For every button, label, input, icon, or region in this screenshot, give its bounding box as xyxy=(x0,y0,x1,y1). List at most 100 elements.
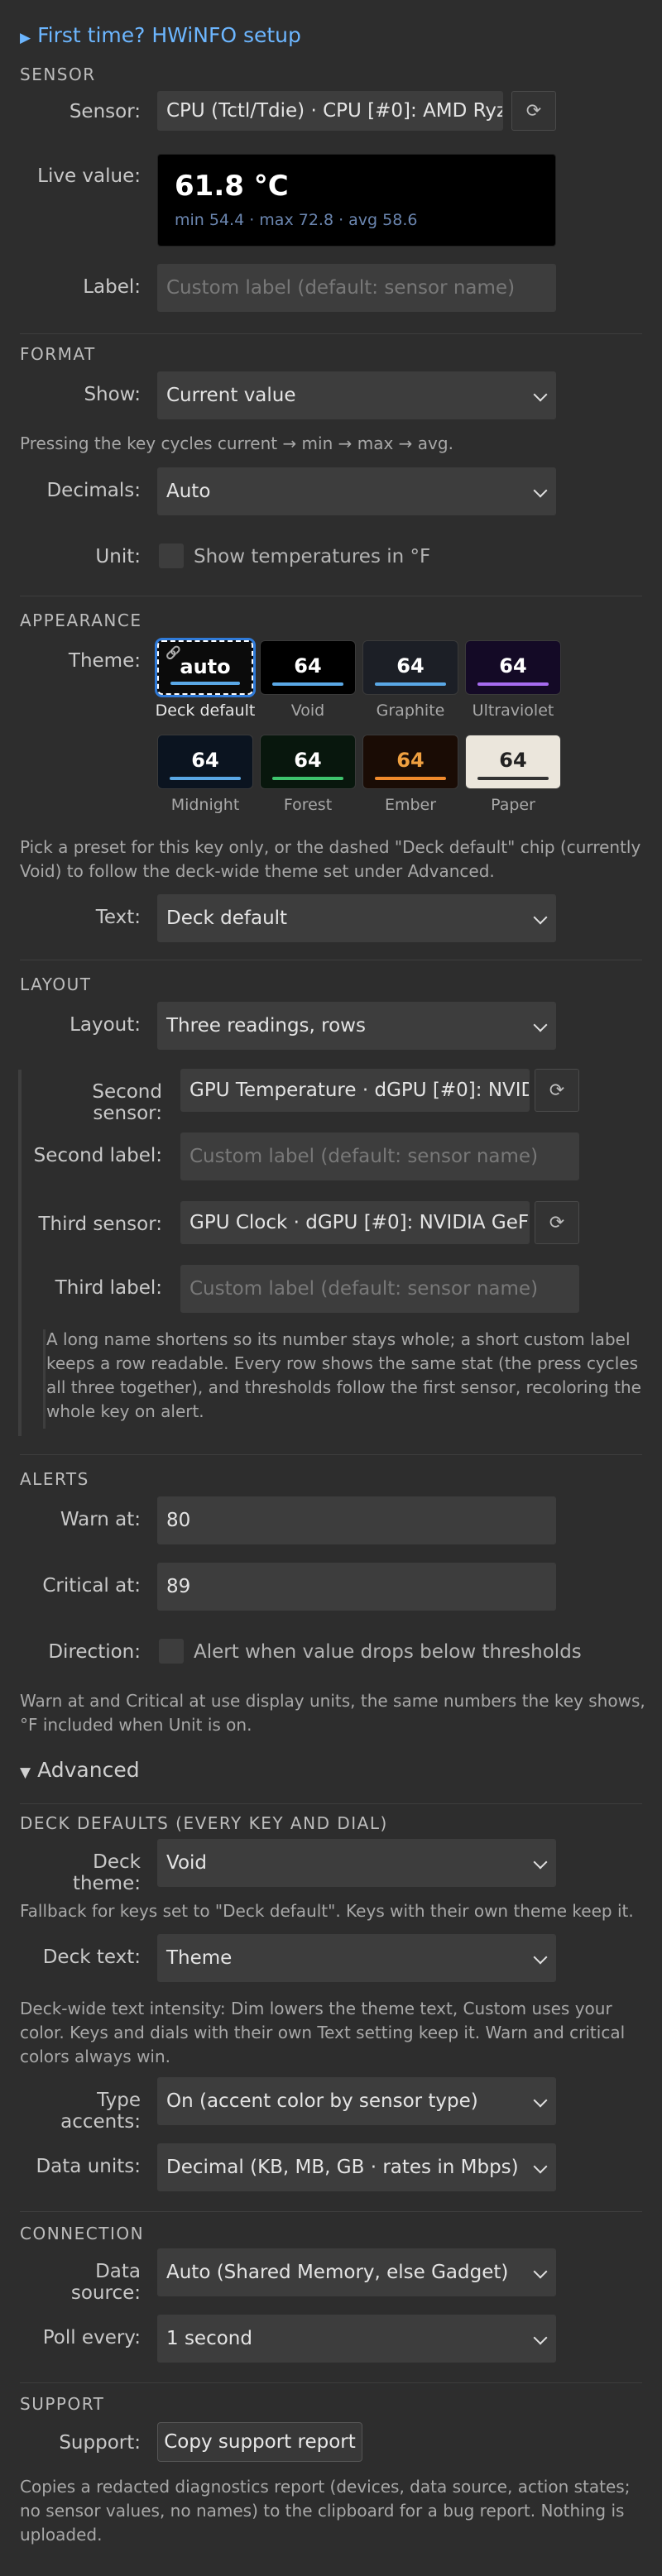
type-accents-value: On (accent color by sensor type) xyxy=(166,2090,478,2112)
theme-chip-caption: Midnight xyxy=(170,796,240,814)
sensor-refresh-button[interactable]: ⟳ xyxy=(511,91,556,131)
live-value: 61.8 °C xyxy=(175,170,289,203)
theme-chip-deck-default[interactable]: 🔗 auto xyxy=(155,638,256,697)
text-select[interactable]: Deck default xyxy=(157,894,556,942)
type-accents-select[interactable]: On (accent color by sensor type) xyxy=(157,2077,556,2125)
theme-chip-ember[interactable]: 64 xyxy=(362,735,458,789)
section-title-sensor: SENSOR xyxy=(20,65,96,84)
theme-chip-accent-bar xyxy=(477,682,549,686)
data-units-select[interactable]: Decimal (KB, MB, GB · rates in Mbps) xyxy=(157,2143,556,2191)
chevron-down-icon xyxy=(533,910,548,925)
second-sensor-select[interactable]: GPU Temperature · dGPU [#0]: NVIDIA xyxy=(180,1069,530,1112)
direction-check-label: Alert when value drops below thresholds xyxy=(194,1641,582,1663)
unit-label: Unit: xyxy=(95,546,141,567)
warn-input[interactable]: 80 xyxy=(157,1496,556,1544)
theme-chip-caption: Ember xyxy=(384,796,437,814)
divider xyxy=(20,1803,642,1804)
label-input[interactable]: Custom label (default: sensor name) xyxy=(157,264,556,312)
data-source-label: Data source: xyxy=(70,2261,141,2304)
unit-checkbox[interactable] xyxy=(159,543,184,568)
section-title-format: FORMAT xyxy=(20,344,96,364)
advanced-disclosure[interactable]: ▼ Advanced xyxy=(20,1758,140,1782)
advanced-label: Advanced xyxy=(37,1758,140,1782)
theme-chip-accent-bar xyxy=(375,682,446,686)
section-title-connection: CONNECTION xyxy=(20,2224,145,2243)
second-sensor-label: Second sensor: xyxy=(92,1081,162,1124)
divider xyxy=(20,333,642,334)
section-title-support: SUPPORT xyxy=(20,2394,105,2414)
second-label-input[interactable]: Custom label (default: sensor name) xyxy=(180,1132,579,1180)
warn-label: Warn at: xyxy=(60,1509,141,1530)
theme-chip-caption: Void xyxy=(290,701,325,720)
chevron-down-icon xyxy=(533,2264,548,2279)
poll-every-value: 1 second xyxy=(166,2328,252,2349)
copy-support-report-button[interactable]: Copy support report xyxy=(157,2422,362,2462)
deck-text-help: Deck-wide text intensity: Dim lowers the… xyxy=(20,1999,626,2066)
refresh-icon: ⟳ xyxy=(549,1212,565,1233)
third-label-input[interactable]: Custom label (default: sensor name) xyxy=(180,1265,579,1313)
theme-chip-accent-bar xyxy=(272,682,343,686)
deck-text-select[interactable]: Theme xyxy=(157,1934,556,1982)
theme-chip-number: 64 xyxy=(294,749,322,772)
theme-chip-forest[interactable]: 64 xyxy=(260,735,356,789)
layout-label: Layout: xyxy=(70,1014,141,1036)
theme-chip-ultraviolet[interactable]: 64 xyxy=(465,640,561,695)
chevron-down-icon xyxy=(533,387,548,402)
poll-every-label: Poll every: xyxy=(42,2327,141,2349)
live-value-display: 61.8 °C min 54.4 · max 72.8 · avg 58.6 xyxy=(157,154,556,247)
chevron-down-icon xyxy=(533,2093,548,2108)
theme-chip-number: auto xyxy=(180,655,231,678)
alerts-help: Warn at and Critical at use display unit… xyxy=(20,1691,645,1735)
direction-checkbox[interactable] xyxy=(159,1639,184,1664)
divider xyxy=(20,2211,642,2212)
chevron-down-icon xyxy=(533,483,548,498)
section-title-alerts: ALERTS xyxy=(20,1469,89,1489)
support-help: Copies a redacted diagnostics report (de… xyxy=(20,2477,631,2545)
layout-help: A long name shortens so its number stays… xyxy=(46,1329,641,1421)
deck-theme-help: Fallback for keys set to "Deck default".… xyxy=(20,1901,634,1921)
critical-label: Critical at: xyxy=(42,1575,141,1597)
second-sensor-refresh-button[interactable]: ⟳ xyxy=(535,1069,579,1112)
data-source-select[interactable]: Auto (Shared Memory, else Gadget) xyxy=(157,2248,556,2296)
sensor-select[interactable]: CPU (Tctl/Tdie) · CPU [#0]: AMD Ryzen xyxy=(157,91,503,131)
theme-chip-accent-bar xyxy=(170,777,241,780)
third-sensor-label: Third sensor: xyxy=(38,1214,162,1235)
theme-chip-number: 64 xyxy=(499,654,527,678)
theme-chip-void[interactable]: 64 xyxy=(260,640,356,695)
theme-chip-graphite[interactable]: 64 xyxy=(362,640,458,695)
theme-chip-caption: Graphite xyxy=(376,701,445,720)
critical-input[interactable]: 89 xyxy=(157,1563,556,1611)
theme-chip-paper[interactable]: 64 xyxy=(465,735,561,789)
layout-select[interactable]: Three readings, rows xyxy=(157,1002,556,1050)
show-select[interactable]: Current value xyxy=(157,371,556,419)
text-label: Text: xyxy=(95,907,141,928)
theme-chip-midnight[interactable]: 64 xyxy=(157,735,253,789)
show-label: Show: xyxy=(84,384,141,405)
layout-subsection-bar xyxy=(18,1070,22,1436)
layout-help-bar xyxy=(43,1329,46,1429)
decimals-label: Decimals: xyxy=(46,480,141,501)
chevron-down-icon xyxy=(533,1950,548,1965)
deck-theme-label: Deck theme: xyxy=(72,1851,141,1894)
theme-label: Theme: xyxy=(68,650,141,672)
theme-chip-number: 64 xyxy=(396,749,425,772)
settings-panel: ▶ First time? HWiNFO setup SENSOR Sensor:… xyxy=(0,0,662,2576)
deck-theme-value: Void xyxy=(166,1852,208,1874)
deck-theme-select[interactable]: Void xyxy=(157,1839,556,1887)
triangle-right-icon: ▶ xyxy=(20,30,31,46)
theme-chip-number: 64 xyxy=(499,749,527,772)
live-stats: min 54.4 · max 72.8 · avg 58.6 xyxy=(175,211,418,229)
direction-label: Direction: xyxy=(48,1641,141,1663)
text-value: Deck default xyxy=(166,907,288,929)
theme-chip-caption: Forest xyxy=(283,796,333,814)
refresh-icon: ⟳ xyxy=(525,100,542,122)
theme-chip-accent-bar xyxy=(477,777,549,780)
triangle-down-icon: ▼ xyxy=(20,1764,31,1781)
poll-every-select[interactable]: 1 second xyxy=(157,2315,556,2363)
third-sensor-refresh-button[interactable]: ⟳ xyxy=(535,1201,579,1244)
chevron-down-icon xyxy=(533,1017,548,1032)
first-time-disclosure[interactable]: ▶ First time? HWiNFO setup xyxy=(20,23,301,47)
third-sensor-select[interactable]: GPU Clock · dGPU [#0]: NVIDIA GeForce xyxy=(180,1201,530,1244)
live-value-label: Live value: xyxy=(37,165,141,187)
decimals-select[interactable]: Auto xyxy=(157,467,556,515)
